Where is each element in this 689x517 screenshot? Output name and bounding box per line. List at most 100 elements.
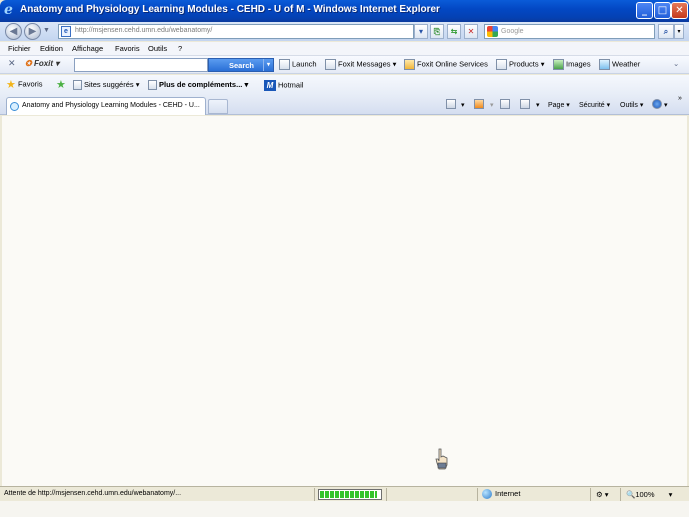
search-button-dropdown-icon[interactable]: ▾ (263, 59, 273, 71)
more-addons-dropdown-icon: ▾ (244, 80, 249, 89)
launch-icon (279, 59, 290, 70)
recent-pages-dropdown-icon[interactable]: ▼ (43, 27, 50, 34)
launch-label: Launch (292, 59, 317, 69)
more-addons-icon (148, 80, 157, 91)
favorites-button[interactable]: ★ Favoris (6, 78, 43, 91)
zoom-control[interactable]: 🔍100% ▾ (626, 490, 672, 499)
zoom-dropdown-icon: ▾ (668, 490, 673, 499)
hand-cursor-icon (435, 448, 448, 470)
ie-logo-icon: e (4, 2, 13, 18)
command-overflow-icon[interactable]: » (678, 95, 682, 102)
progress-bar (318, 489, 382, 500)
images-button[interactable]: Images (553, 59, 591, 70)
foxit-messages-button[interactable]: Foxit Messages ▾ (325, 59, 396, 70)
security-zone-label: Internet (495, 489, 521, 498)
launch-button[interactable]: Launch (279, 59, 317, 70)
foxit-search-button[interactable]: Search ▾ (208, 58, 274, 72)
globe-icon (482, 489, 492, 500)
more-addons-button[interactable]: Plus de compléments... ▾ (148, 80, 249, 91)
menu-fichier[interactable]: Fichier (8, 44, 31, 53)
page-content[interactable] (2, 116, 687, 486)
status-divider (620, 488, 621, 501)
add-to-favorites-bar-button[interactable]: ★ (56, 78, 66, 91)
status-bar: Attente de http://msjensen.cehd.umn.edu/… (0, 486, 689, 501)
zoom-icon: 🔍 (626, 490, 636, 499)
stop-icon[interactable]: ✕ (464, 24, 478, 39)
toolbar-overflow-icon[interactable]: ⌄ (673, 59, 679, 68)
refresh-icon[interactable]: ⇆ (447, 24, 461, 39)
hotmail-link[interactable]: M Hotmail (264, 80, 303, 91)
foxit-toolbar: ✕ ✪ Foxit ▾ Search ▾ Launch Foxit Messag… (0, 56, 689, 74)
products-button[interactable]: Products ▾ (496, 59, 544, 70)
tools-menu[interactable]: Outils ▾ (620, 101, 643, 109)
favorites-bar: ★ Favoris ★ Sites suggérés ▾ Plus de com… (0, 75, 689, 95)
menu-affichage[interactable]: Affichage (72, 44, 103, 53)
minimize-button[interactable]: _ (636, 2, 653, 19)
help-icon[interactable] (652, 99, 662, 109)
more-addons-label: Plus de compléments... (159, 80, 243, 89)
home-dropdown-icon[interactable]: ▾ (461, 101, 465, 109)
print-icon[interactable] (520, 99, 530, 109)
close-button[interactable]: ✕ (671, 2, 688, 19)
security-menu-label: Sécurité (579, 102, 605, 109)
weather-icon (599, 59, 610, 70)
hotmail-label: Hotmail (278, 80, 304, 90)
home-icon[interactable] (446, 99, 456, 109)
weather-button[interactable]: Weather (599, 59, 640, 70)
feeds-dropdown-icon[interactable]: ▾ (490, 101, 494, 109)
menu-outils[interactable]: Outils (148, 44, 167, 53)
status-divider (386, 488, 387, 501)
tab-active[interactable]: Anatomy and Physiology Learning Modules … (6, 97, 206, 115)
products-dropdown-icon: ▾ (540, 59, 545, 69)
tab-row: Anatomy and Physiology Learning Modules … (0, 95, 689, 115)
images-icon (553, 59, 564, 70)
browser-window: e Anatomy and Physiology Learning Module… (0, 0, 689, 517)
feeds-icon[interactable] (474, 99, 484, 109)
favorites-label: Favoris (17, 79, 43, 89)
hotmail-icon: M (264, 80, 276, 91)
online-services-icon (404, 59, 415, 70)
messages-icon (325, 59, 336, 70)
back-button[interactable]: ◀ (5, 23, 22, 40)
help-dropdown-icon[interactable]: ▾ (664, 101, 668, 109)
foxit-online-services-button[interactable]: Foxit Online Services (404, 59, 488, 70)
suggested-sites-button[interactable]: Sites suggérés ▾ (73, 80, 140, 91)
toolbar-close-icon[interactable]: ✕ (8, 59, 16, 69)
foxit-online-services-label: Foxit Online Services (417, 59, 488, 69)
suggested-sites-icon (73, 80, 82, 91)
forward-button[interactable]: ▶ (24, 23, 41, 40)
new-tab-button[interactable] (208, 99, 228, 114)
address-dropdown-button[interactable]: ▾ (414, 24, 428, 39)
search-input[interactable]: Google (484, 24, 655, 39)
security-menu[interactable]: Sécurité ▾ (579, 101, 610, 109)
foxit-fox-icon: ✪ (25, 59, 32, 68)
search-options-dropdown-icon[interactable]: ▾ (674, 24, 684, 39)
search-icon[interactable]: ⌕ (658, 24, 674, 39)
favorites-star-icon: ★ (6, 79, 16, 91)
menu-favoris[interactable]: Favoris (115, 44, 140, 53)
page-menu[interactable]: Page ▾ (548, 101, 570, 109)
security-zone[interactable]: Internet (482, 489, 521, 500)
menu-bar: Fichier Edition Affichage Favoris Outils… (0, 42, 689, 56)
products-label: Products (509, 59, 539, 69)
title-bar: e Anatomy and Physiology Learning Module… (0, 0, 689, 22)
menu-help[interactable]: ? (178, 44, 182, 53)
address-bar[interactable]: e http://msjensen.cehd.umn.edu/webanatom… (58, 24, 414, 39)
suggested-sites-dropdown-icon: ▾ (135, 80, 140, 89)
protected-mode-icon[interactable]: ⚙ ▾ (596, 490, 609, 499)
taskbar-strip (0, 501, 689, 517)
foxit-logo[interactable]: ✪ Foxit ▾ (25, 59, 59, 68)
menu-edition[interactable]: Edition (40, 44, 63, 53)
address-url: http://msjensen.cehd.umn.edu/webanatomy/ (75, 27, 213, 34)
print-dropdown-icon[interactable]: ▾ (536, 101, 540, 109)
read-mail-icon[interactable] (500, 99, 510, 109)
status-divider (590, 488, 591, 501)
maximize-button[interactable]: □ (654, 2, 671, 19)
google-icon (487, 26, 498, 37)
status-text: Attente de http://msjensen.cehd.umn.edu/… (4, 490, 182, 497)
page-icon: e (61, 26, 71, 37)
foxit-brand-label: Foxit (33, 59, 54, 68)
foxit-search-input[interactable] (74, 58, 208, 72)
compatibility-view-icon[interactable]: ⎘ (430, 24, 444, 39)
address-row: ◀ ▶ ▼ e http://msjensen.cehd.umn.edu/web… (0, 22, 689, 41)
